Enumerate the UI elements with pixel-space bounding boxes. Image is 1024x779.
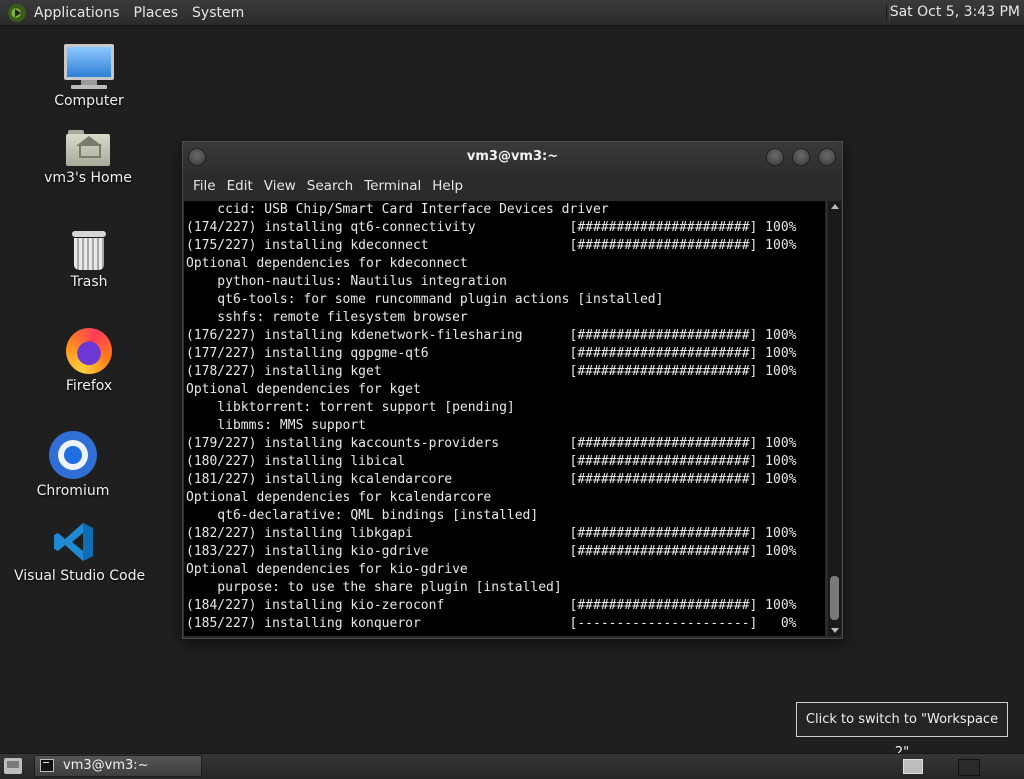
terminal-line: (174/227) installing qt6-connectivity [#… — [186, 220, 797, 235]
desktop-icon-label: Trash — [70, 274, 108, 290]
terminal-line: (185/227) installing konqueror [--------… — [186, 616, 797, 631]
terminal-line: (184/227) installing kio-zeroconf [#####… — [186, 598, 797, 613]
terminal-window[interactable]: vm3@vm3:~ File Edit View Search Terminal… — [182, 141, 843, 639]
terminal-line: libmms: MMS support — [186, 418, 367, 433]
terminal-line: (182/227) installing libkgapi [#########… — [186, 526, 797, 541]
menu-search[interactable]: Search — [307, 178, 353, 194]
trash-icon — [44, 231, 134, 270]
home-folder-icon — [66, 130, 110, 166]
top-panel: Applications Places System Sat Oct 5, 3:… — [0, 0, 1024, 26]
terminal-line: qt6-declarative: QML bindings [installed… — [186, 508, 539, 523]
workspace-tooltip: Click to switch to "Workspace 2" — [796, 702, 1008, 760]
desktop-icon-firefox[interactable]: Firefox — [44, 328, 134, 394]
terminal-line: (175/227) installing kdeconnect [#######… — [186, 238, 797, 253]
scroll-down-icon[interactable] — [831, 628, 839, 633]
menu-view[interactable]: View — [264, 178, 296, 194]
terminal-line: Optional dependencies for kcalendarcore — [186, 490, 492, 505]
scrollbar-thumb[interactable] — [830, 576, 839, 620]
desktop-icon-label: Firefox — [65, 378, 113, 394]
terminal-line: Optional dependencies for kio-gdrive — [186, 562, 468, 577]
taskbar-terminal-button[interactable]: vm3@vm3:~ — [34, 755, 202, 777]
terminal-line: (176/227) installing kdenetwork-fileshar… — [186, 328, 797, 343]
terminal-line: python-nautilus: Nautilus integration — [186, 274, 507, 289]
terminal-line: sshfs: remote filesystem browser — [186, 310, 468, 325]
menu-file[interactable]: File — [193, 178, 216, 194]
terminal-line: libktorrent: torrent support [pending] — [186, 400, 515, 415]
window-menu-icon[interactable] — [188, 148, 206, 166]
workspace-2-button[interactable] — [958, 759, 980, 776]
menu-system[interactable]: System — [192, 5, 244, 21]
scroll-up-icon[interactable] — [831, 204, 839, 209]
computer-icon — [44, 44, 134, 89]
terminal-scrollbar[interactable] — [828, 201, 841, 636]
menu-terminal[interactable]: Terminal — [364, 178, 421, 194]
menu-places[interactable]: Places — [134, 5, 179, 21]
terminal-output[interactable]: ccid: USB Chip/Smart Card Interface Devi… — [184, 201, 825, 636]
chromium-icon — [49, 431, 97, 479]
terminal-line: (183/227) installing kio-gdrive [#######… — [186, 544, 797, 559]
minimize-icon[interactable] — [766, 148, 784, 166]
terminal-line: (178/227) installing kget [#############… — [186, 364, 797, 379]
distro-logo-icon[interactable] — [8, 3, 26, 22]
desktop-icon-label: vm3's Home — [44, 170, 132, 186]
terminal-line: Optional dependencies for kdeconnect — [186, 256, 468, 271]
firefox-icon — [66, 328, 112, 374]
terminal-line: ccid: USB Chip/Smart Card Interface Devi… — [186, 202, 609, 217]
clock[interactable]: Sat Oct 5, 3:43 PM — [890, 4, 1020, 20]
terminal-menubar: File Edit View Search Terminal Help — [183, 172, 842, 200]
terminal-line: (177/227) installing qgpgme-qt6 [#######… — [186, 346, 797, 361]
bottom-panel: vm3@vm3:~ — [0, 753, 1024, 779]
window-titlebar[interactable]: vm3@vm3:~ — [183, 142, 842, 172]
desktop-icon-label: Computer — [54, 93, 124, 109]
menu-edit[interactable]: Edit — [227, 178, 253, 194]
terminal-line: (181/227) installing kcalendarcore [####… — [186, 472, 797, 487]
desktop-icon-computer[interactable]: Computer — [44, 44, 134, 109]
menu-help[interactable]: Help — [432, 178, 463, 194]
terminal-line: qt6-tools: for some runcommand plugin ac… — [186, 292, 664, 307]
maximize-icon[interactable] — [792, 148, 810, 166]
show-desktop-icon[interactable] — [4, 758, 22, 774]
terminal-line: (179/227) installing kaccounts-providers… — [186, 436, 797, 451]
desktop-icon-label: Visual Studio Code — [14, 568, 146, 584]
terminal-icon — [40, 759, 54, 772]
desktop-icon-trash[interactable]: Trash — [44, 231, 134, 290]
workspace-1-button[interactable] — [903, 759, 923, 774]
close-icon[interactable] — [818, 148, 836, 166]
window-title: vm3@vm3:~ — [466, 149, 559, 164]
menu-applications[interactable]: Applications — [34, 5, 120, 21]
desktop-icon-label: Chromium — [36, 483, 110, 499]
terminal-line: Optional dependencies for kget — [186, 382, 421, 397]
taskbar-button-label: vm3@vm3:~ — [63, 758, 149, 773]
terminal-line: purpose: to use the share plugin [instal… — [186, 580, 562, 595]
desktop-icon-vscode[interactable]: Visual Studio Code — [14, 520, 146, 584]
desktop-icon-home[interactable]: vm3's Home — [38, 130, 138, 186]
terminal-line: (180/227) installing libical [##########… — [186, 454, 797, 469]
vscode-icon — [52, 520, 96, 564]
desktop-icon-chromium[interactable]: Chromium — [28, 431, 118, 499]
